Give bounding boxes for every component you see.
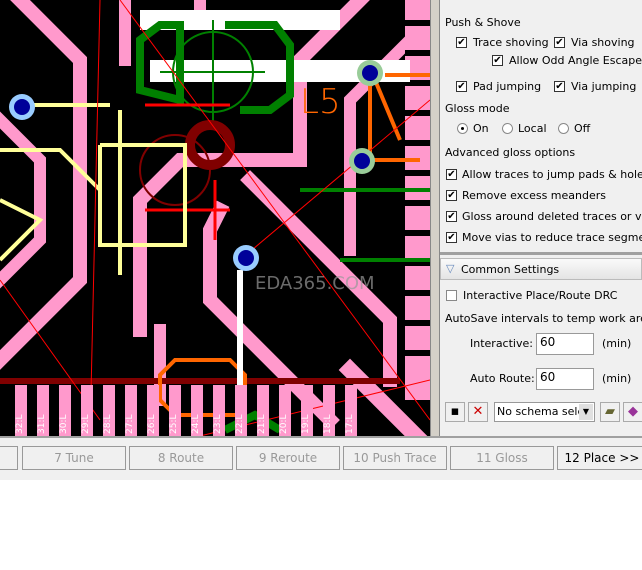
pin-label: 21:L bbox=[257, 414, 267, 435]
pin-label: 25:L bbox=[169, 414, 179, 435]
step-reroute[interactable]: 9 Reroute bbox=[236, 446, 340, 470]
odd-angle-label: Allow Odd Angle Escape bbox=[509, 54, 642, 67]
gloss-off-label: Off bbox=[574, 122, 591, 135]
gloss-on-radio[interactable] bbox=[457, 123, 468, 134]
workflow-step-bar: 7 Tune 8 Route 9 Reroute 10 Push Trace 1… bbox=[0, 436, 642, 480]
via-jumping-checkbox[interactable]: ✔ bbox=[554, 81, 565, 92]
pcb-canvas[interactable]: L5 EDA365.COM 32:L 31:L 30:L 29:L 28:L 27:L 26… bbox=[0, 0, 432, 452]
pin-label: 31:L bbox=[37, 414, 47, 435]
move-vias-label: Move vias to reduce trace segments bbox=[462, 231, 642, 244]
gloss-local-label: Local bbox=[518, 122, 547, 135]
gloss-local-radio[interactable] bbox=[502, 123, 513, 134]
step-place[interactable]: 12 Place >> bbox=[557, 446, 642, 470]
step-route[interactable]: 8 Route bbox=[129, 446, 233, 470]
interactive-label: Interactive: bbox=[470, 337, 533, 350]
collapse-icon: ▽ bbox=[446, 262, 455, 275]
pad-jumping-checkbox[interactable]: ✔ bbox=[456, 81, 467, 92]
drc-checkbox[interactable] bbox=[446, 290, 457, 301]
step-gloss[interactable]: 11 Gloss bbox=[450, 446, 554, 470]
layer-label: L5 bbox=[300, 82, 341, 122]
via-shoving-label: Via shoving bbox=[571, 36, 635, 49]
settings-panel: Push & Shove ✔ Trace shoving ✔ Via shovi… bbox=[440, 0, 642, 436]
step-tune[interactable]: 7 Tune bbox=[22, 446, 126, 470]
gloss-off-radio[interactable] bbox=[558, 123, 569, 134]
gloss-deleted-label: Gloss around deleted traces or vias bbox=[462, 210, 642, 223]
pin-label: 23:L bbox=[213, 414, 223, 435]
drc-label: Interactive Place/Route DRC bbox=[463, 289, 618, 302]
schema-select[interactable]: No schema selec ▼ bbox=[494, 402, 595, 422]
jump-pads-label: Allow traces to jump pads & holes bbox=[462, 168, 642, 181]
step-push-trace[interactable]: 10 Push Trace bbox=[343, 446, 447, 470]
common-settings-header[interactable]: ▽ Common Settings bbox=[440, 258, 642, 280]
pin-label: 20:L bbox=[279, 414, 289, 435]
pcb-drawing bbox=[0, 0, 432, 452]
chevron-down-icon: ▼ bbox=[579, 404, 593, 420]
trace-shoving-label: Trace shoving bbox=[473, 36, 549, 49]
pin-label: 22:L bbox=[235, 414, 245, 435]
trace-shoving-checkbox[interactable]: ✔ bbox=[456, 37, 467, 48]
jump-pads-checkbox[interactable]: ✔ bbox=[446, 169, 457, 180]
interactive-input[interactable]: 60 bbox=[536, 333, 594, 355]
autoroute-label: Auto Route: bbox=[470, 372, 535, 385]
gloss-mode-title: Gloss mode bbox=[445, 102, 510, 115]
pin-label: 24:L bbox=[191, 414, 201, 435]
pin-label: 19:L bbox=[301, 414, 311, 435]
remove-meanders-checkbox[interactable]: ✔ bbox=[446, 190, 457, 201]
autoroute-input[interactable]: 60 bbox=[536, 368, 594, 390]
delete-icon[interactable]: ✕ bbox=[468, 402, 488, 422]
odd-angle-checkbox[interactable]: ✔ bbox=[492, 55, 503, 66]
autoroute-unit: (min) bbox=[602, 372, 632, 385]
pin-label: 27:L bbox=[125, 414, 135, 435]
pin-label: 28:L bbox=[103, 414, 113, 435]
pin-label: 17:L bbox=[345, 414, 355, 435]
push-shove-title: Push & Shove bbox=[445, 16, 521, 29]
gloss-on-label: On bbox=[473, 122, 489, 135]
pad-jumping-label: Pad jumping bbox=[473, 80, 542, 93]
advanced-gloss-title: Advanced gloss options bbox=[445, 146, 576, 159]
pin-label: 32:L bbox=[15, 414, 25, 435]
autosave-label: AutoSave intervals to temp work area bbox=[445, 312, 642, 325]
step-previous[interactable] bbox=[0, 446, 18, 470]
via-jumping-label: Via jumping bbox=[571, 80, 637, 93]
pin-label: 18:L bbox=[323, 414, 333, 435]
watermark: EDA365.COM bbox=[255, 273, 375, 294]
remove-meanders-label: Remove excess meanders bbox=[462, 189, 606, 202]
panel-splitter[interactable] bbox=[430, 0, 440, 436]
pin-label: 30:L bbox=[59, 414, 69, 435]
pin-label: 26:L bbox=[147, 414, 157, 435]
pin-label: 29:L bbox=[81, 414, 91, 435]
via-shoving-checkbox[interactable]: ✔ bbox=[554, 37, 565, 48]
open-folder-icon[interactable]: ▰ bbox=[600, 402, 620, 422]
common-settings-title: Common Settings bbox=[461, 263, 560, 276]
save-icon[interactable]: ▪ bbox=[445, 402, 465, 422]
gloss-deleted-checkbox[interactable]: ✔ bbox=[446, 211, 457, 222]
move-vias-checkbox[interactable]: ✔ bbox=[446, 232, 457, 243]
help-book-icon[interactable]: ◆ bbox=[623, 402, 642, 422]
schema-select-value: No schema selec bbox=[497, 405, 591, 418]
interactive-unit: (min) bbox=[602, 337, 632, 350]
